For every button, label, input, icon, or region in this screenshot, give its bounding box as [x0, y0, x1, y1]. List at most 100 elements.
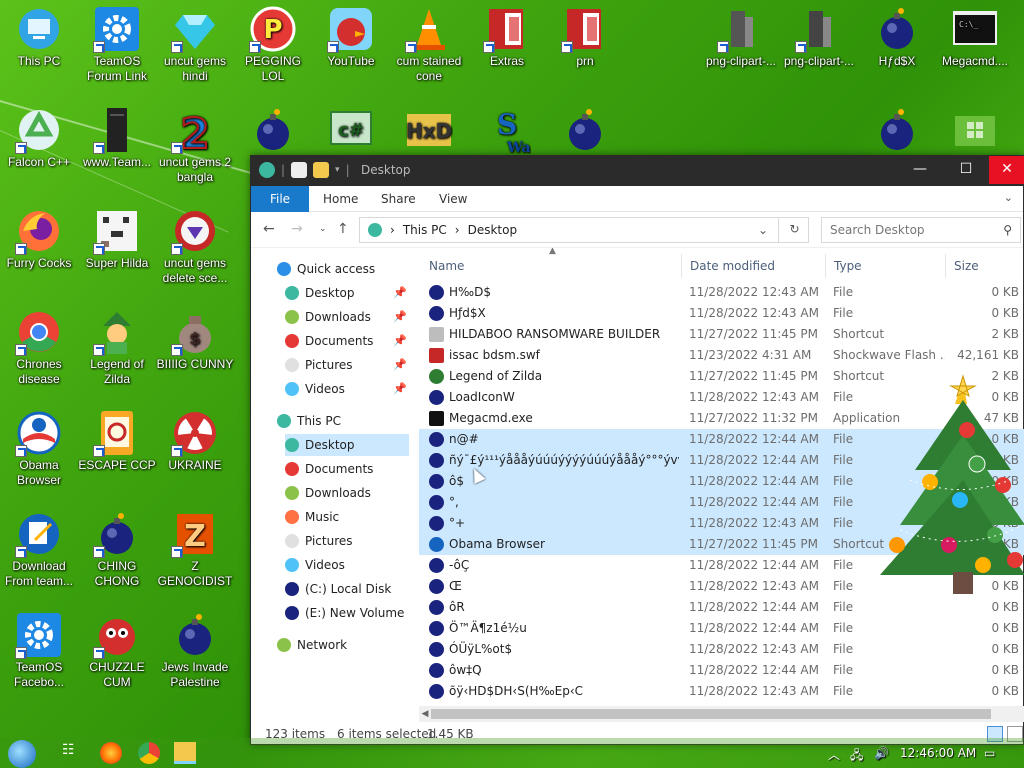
start-button-icon[interactable] — [8, 740, 36, 768]
desktop-icon-super-hilda[interactable]: Super Hilda — [78, 207, 156, 271]
nav-item-label: Quick access — [297, 262, 376, 276]
tab-share[interactable]: Share — [367, 186, 430, 212]
file-row[interactable]: HILDABOO RANSOMWARE BUILDER 11/27/2022 11… — [419, 324, 1024, 345]
desktop-icon-uncut-gems-2[interactable]: 2 uncut gems 2 bangla — [156, 106, 234, 185]
tab-home[interactable]: Home — [309, 186, 372, 212]
customize-toolbar-icon[interactable]: ▾ — [335, 165, 340, 175]
file-row[interactable]: Ö™Ä¶z1é½u 11/28/2022 12:44 AM File 0 KB — [419, 618, 1024, 639]
scroll-left-icon[interactable]: ◀ — [419, 706, 431, 722]
back-icon[interactable]: ← — [263, 221, 275, 237]
file-row[interactable]: Hƒd$X 11/28/2022 12:43 AM File 0 KB — [419, 303, 1024, 324]
desktop-icon-falcon-cpp[interactable]: Falcon C++ — [0, 106, 78, 170]
column-date-modified[interactable]: Date modified — [690, 254, 775, 278]
desktop-icon-download-from-team[interactable]: Download From team... — [0, 510, 78, 589]
desktop-icon-pegging-lol[interactable]: P PEGGING LOL — [234, 5, 312, 84]
tab-file[interactable]: File — [251, 186, 309, 212]
desktop-icon-www-team[interactable]: www.Team... — [78, 106, 156, 170]
file-row[interactable]: ôR 11/28/2022 12:44 AM File 0 KB — [419, 597, 1024, 618]
nav-item-pc-1[interactable]: Documents — [285, 458, 409, 480]
desktop-icon-ching-chong[interactable]: CHING CHONG — [78, 510, 156, 589]
chrome-taskbar-icon[interactable] — [138, 742, 160, 764]
column-name[interactable]: Name — [429, 254, 464, 278]
file-row[interactable]: õÿ‹HD$DH‹S(H‰Ep‹C 11/28/2022 12:43 AM File… — [419, 681, 1024, 702]
file-row[interactable]: H‰D$ 11/28/2022 12:43 AM File 0 KB — [419, 282, 1024, 303]
nav-item-pc-4[interactable]: Pictures — [285, 530, 409, 552]
desktop-icon-uncut-gems-hindi[interactable]: uncut gems hindi — [156, 5, 234, 84]
desktop-icon-png-clipart-1[interactable]: png-clipart-... — [702, 5, 780, 69]
desktop-icon-this-pc[interactable]: This PC — [0, 5, 78, 69]
nav-item-pc-7[interactable]: (E:) New Volume — [285, 602, 409, 624]
desktop-icon-win7[interactable] — [936, 106, 1014, 155]
desktop-icon-furry-cocks[interactable]: Furry Cocks — [0, 207, 78, 271]
minimize-button[interactable]: — — [897, 156, 943, 184]
nav-item-pc-6[interactable]: (C:) Local Disk — [285, 578, 409, 600]
desktop-icon-z-genocidist[interactable]: Z Z GENOCIDIST — [156, 510, 234, 589]
desktop-icon-chuzzle-cum[interactable]: CHUZZLE CUM — [78, 611, 156, 690]
desktop-icon-uncut-gems-delete[interactable]: uncut gems delete sce... — [156, 207, 234, 286]
desktop-icon-youtube[interactable]: YouTube — [312, 5, 390, 69]
nav-item-quick-access[interactable]: Quick access — [277, 258, 409, 280]
firefox-taskbar-icon[interactable] — [100, 742, 122, 764]
nav-item-network[interactable]: Network — [277, 634, 409, 656]
new-folder-icon[interactable] — [313, 162, 330, 178]
nav-item-qa-downloads[interactable]: Downloads — [285, 306, 409, 328]
refresh-button[interactable]: ↻ — [778, 217, 810, 243]
properties-icon[interactable] — [291, 162, 308, 178]
volume-icon[interactable]: 🔊 — [874, 746, 889, 760]
desktop-icon-teamos-forum[interactable]: TeamOS Forum Link — [78, 5, 156, 84]
notifications-icon[interactable]: ▭ — [984, 746, 995, 760]
scrollbar-thumb[interactable] — [431, 709, 991, 719]
nav-item-qa-videos[interactable]: Videos — [285, 378, 409, 400]
file-row[interactable]: ôw‡Q 11/28/2022 12:44 AM File 0 KB — [419, 660, 1024, 681]
tab-view[interactable]: View — [425, 186, 481, 212]
desktop-icon-hfdx[interactable]: Hƒd$X — [858, 5, 936, 69]
nav-item-qa-documents[interactable]: Documents — [285, 330, 409, 352]
desktop-icon-ukraine[interactable]: UKRAINE — [156, 409, 234, 473]
horizontal-scrollbar[interactable]: ◀ — [419, 706, 1024, 722]
desktop-icon-chrones[interactable]: Chrones disease — [0, 308, 78, 387]
column-size[interactable]: Size — [954, 254, 979, 278]
recent-locations-icon[interactable]: ⌄ — [319, 224, 327, 234]
breadcrumb-desktop[interactable]: Desktop — [468, 223, 518, 237]
title-bar[interactable]: | ▾ | Desktop — ☐ ✕ — [251, 156, 1024, 186]
desktop-icon-legend-of-zilda[interactable]: Legend of Zilda — [78, 308, 156, 387]
desktop-icon-megacmd[interactable]: C:\_ Megacmd.... — [936, 5, 1014, 69]
desktop-icon-billig-cunny[interactable]: $ BIIIIG CUNNY — [156, 308, 234, 372]
desktop-icon-teamos-facebook[interactable]: TeamOS Facebo... — [0, 611, 78, 690]
nav-item-qa-desktop[interactable]: Desktop — [285, 282, 409, 304]
nav-item-this-pc[interactable]: This PC — [277, 410, 409, 432]
maximize-button[interactable]: ☐ — [943, 156, 989, 184]
task-view-icon[interactable]: ☷ — [62, 742, 84, 764]
desktop-icon-extras[interactable]: Extras — [468, 5, 546, 69]
forward-icon[interactable]: → — [291, 221, 303, 237]
nav-item-pc-5[interactable]: Videos — [285, 554, 409, 576]
desktop-icon-obama-browser[interactable]: Obama Browser — [0, 409, 78, 488]
file-explorer-taskbar-icon[interactable] — [174, 742, 196, 764]
up-icon[interactable]: ↑ — [337, 221, 349, 237]
clock[interactable]: 12:46:00 AM — [900, 746, 976, 760]
nav-item-pc-3[interactable]: Music — [285, 506, 409, 528]
nav-item-pc-2[interactable]: Downloads — [285, 482, 409, 504]
address-bar[interactable]: › This PC › Desktop ⌄ — [359, 217, 809, 243]
column-type[interactable]: Type — [834, 254, 862, 278]
desktop-icon-prn[interactable]: prn — [546, 5, 624, 69]
breadcrumb-this-pc[interactable]: This PC — [403, 223, 447, 237]
desktop-icon-cum-stained-cone[interactable]: cum stained cone — [390, 5, 468, 84]
desktop-icon-csharp[interactable]: c# — [312, 106, 390, 155]
network-icon[interactable]: 🖧 — [850, 746, 863, 767]
desktop-icon-bomb-2[interactable] — [546, 106, 624, 155]
close-button[interactable]: ✕ — [989, 156, 1024, 184]
desktop-icon-hxd[interactable]: HxD — [390, 106, 468, 155]
desktop-icon-png-clipart-2[interactable]: png-clipart-... — [780, 5, 858, 69]
search-input[interactable]: Search Desktop ⚲ — [821, 217, 1021, 243]
desktop-icon-swa[interactable]: S Wa — [468, 106, 546, 155]
nav-item-pc-0[interactable]: Desktop — [285, 434, 409, 456]
desktop-icon-bomb-3[interactable] — [858, 106, 936, 155]
file-row[interactable]: ÓÜÿL%ot$ 11/28/2022 12:43 AM File 0 KB — [419, 639, 1024, 660]
ribbon-expand-icon[interactable]: ⌄ — [1004, 191, 1013, 204]
show-hidden-icons-icon[interactable]: ︿ — [828, 746, 840, 763]
desktop-icon-escape-ccp[interactable]: ESCAPE CCP — [78, 409, 156, 473]
address-dropdown-icon[interactable]: ⌄ — [758, 223, 768, 237]
desktop-icon-jews-invade[interactable]: Jews Invade Palestine — [156, 611, 234, 690]
nav-item-qa-pictures[interactable]: Pictures — [285, 354, 409, 376]
